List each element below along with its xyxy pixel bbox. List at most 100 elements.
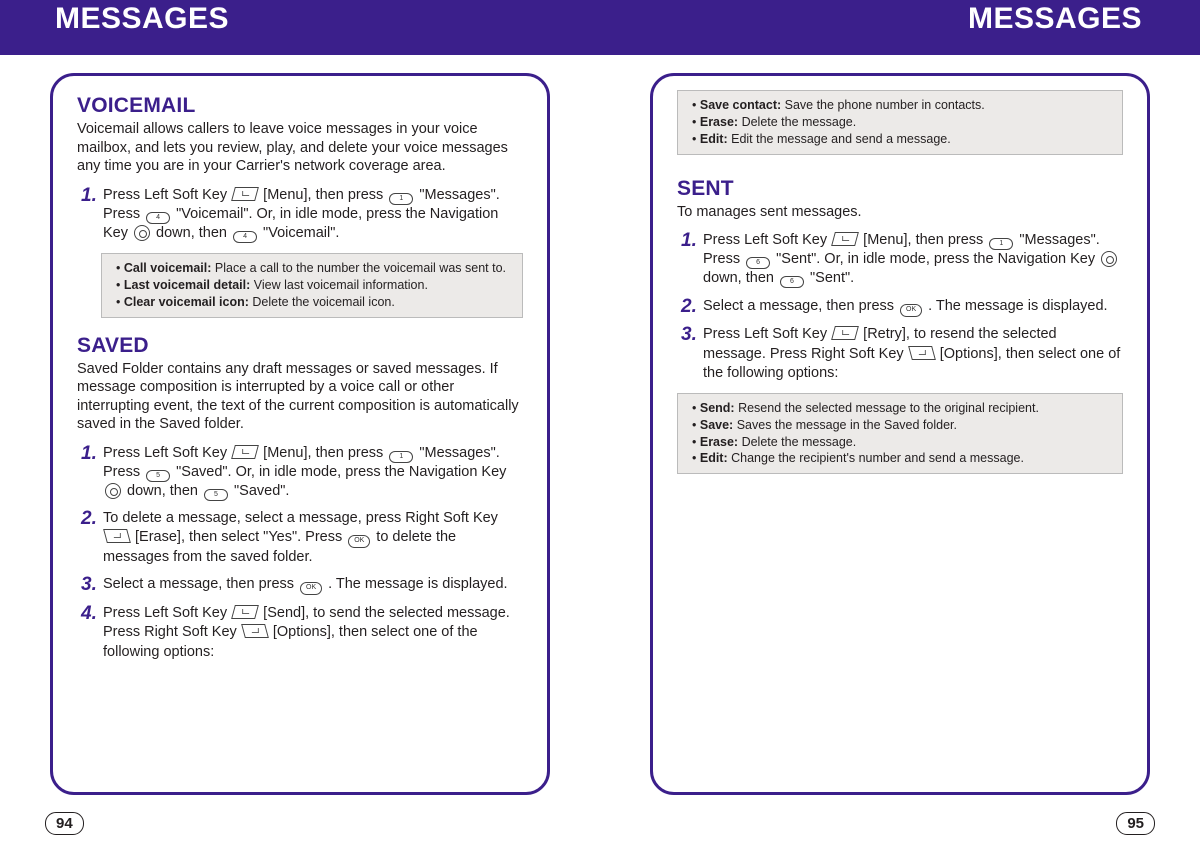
text: Press Left Soft Key [103,605,231,621]
step-number: 1. [677,231,703,288]
option-line: • Last voicemail detail: View last voice… [112,277,512,294]
text: [Menu], then press [859,232,987,248]
step-body: Press Left Soft Key [Menu], then press 1… [103,186,523,243]
header-title-right: MESSAGES [968,2,1142,36]
saved-desc: Saved Folder contains any draft messages… [77,360,523,434]
key-4-icon: 4 [146,212,170,224]
text: To delete a message, select a message, p… [103,510,498,526]
text: "Voicemail". [259,225,339,241]
voicemail-options-box: • Call voicemail: Place a call to the nu… [101,253,523,318]
right-soft-key-icon [103,529,131,543]
step-number: 4. [77,604,103,661]
text: "Sent". Or, in idle mode, press the Navi… [772,251,1099,267]
left-soft-key-icon [231,187,259,201]
sent-options-box: • Send: Resend the selected message to t… [677,393,1123,475]
page-right-frame: • Save contact: Save the phone number in… [650,73,1150,795]
step-number: 1. [77,444,103,501]
opt-text: Delete the voicemail icon. [252,295,394,309]
step-number: 3. [677,325,703,382]
step-body: Press Left Soft Key [Retry], to resend t… [703,325,1123,382]
sent-title: SENT [677,177,1123,201]
header-title-left: MESSAGES [55,2,229,36]
opt-label: Erase: [700,115,742,129]
saved-steps: 1. Press Left Soft Key [Menu], then pres… [77,444,523,662]
step-body: Press Left Soft Key [Menu], then press 1… [703,231,1123,288]
header-bar: MESSAGES MESSAGES [0,0,1200,55]
pages-container: VOICEMAIL Voicemail allows callers to le… [0,55,1200,795]
key-6-icon: 6 [780,276,804,288]
page-number-value: 95 [1116,812,1155,835]
text: down, then [703,270,778,286]
step-body: Select a message, then press OK . The me… [703,297,1123,318]
page-left-frame: VOICEMAIL Voicemail allows callers to le… [50,73,550,795]
opt-label: Erase: [700,435,742,449]
text: [Erase], then select "Yes". Press [131,529,346,545]
sent-step-2: 2. Select a message, then press OK . The… [677,297,1123,318]
key-4-icon: 4 [233,231,257,243]
saved-step-1: 1. Press Left Soft Key [Menu], then pres… [77,444,523,501]
step-body: Press Left Soft Key [Send], to send the … [103,604,523,661]
opt-label: Clear voicemail icon: [124,295,253,309]
ok-key-icon: OK [348,535,370,548]
opt-text: Resend the selected message to the origi… [738,401,1039,415]
key-1-icon: 1 [389,193,413,205]
voicemail-title: VOICEMAIL [77,94,523,118]
step-number: 1. [77,186,103,243]
text: [Menu], then press [259,187,387,203]
page-right: • Save contact: Save the phone number in… [650,73,1150,795]
text: . The message is displayed. [324,576,508,592]
sent-desc: To manages sent messages. [677,203,1123,222]
option-line: • Erase: Delete the message. [688,434,1112,451]
opt-label: Call voicemail: [124,261,215,275]
saved-step-2: 2. To delete a message, select a message… [77,509,523,567]
opt-text: Change the recipient's number and send a… [731,451,1024,465]
nav-key-icon [134,225,150,241]
saved-title: SAVED [77,334,523,358]
saved-step-3: 3. Select a message, then press OK . The… [77,575,523,596]
opt-label: Last voicemail detail: [124,278,254,292]
opt-label: Send: [700,401,738,415]
step-number: 3. [77,575,103,596]
text: down, then [152,225,231,241]
opt-text: Delete the message. [742,435,857,449]
option-line: • Save: Saves the message in the Saved f… [688,417,1112,434]
text: . The message is displayed. [924,298,1108,314]
text: down, then [123,483,202,499]
text: Select a message, then press [703,298,898,314]
opt-label: Edit: [700,132,731,146]
key-5-icon: 5 [204,489,228,501]
text: Press Left Soft Key [103,445,231,461]
right-soft-key-icon [241,624,269,638]
text: Press Left Soft Key [103,187,231,203]
opt-text: View last voicemail information. [254,278,428,292]
page-number-right: 95 [1116,812,1155,835]
left-soft-key-icon [231,605,259,619]
sent-step-1: 1. Press Left Soft Key [Menu], then pres… [677,231,1123,288]
key-6-icon: 6 [746,257,770,269]
opt-label: Edit: [700,451,731,465]
opt-text: Place a call to the number the voicemail… [215,261,506,275]
step-number: 2. [677,297,703,318]
option-line: • Save contact: Save the phone number in… [688,97,1112,114]
nav-key-icon [1101,251,1117,267]
sent-steps: 1. Press Left Soft Key [Menu], then pres… [677,231,1123,383]
option-line: • Call voicemail: Place a call to the nu… [112,260,512,277]
opt-text: Edit the message and send a message. [731,132,951,146]
option-line: • Edit: Edit the message and send a mess… [688,131,1112,148]
key-1-icon: 1 [389,451,413,463]
voicemail-desc: Voicemail allows callers to leave voice … [77,120,523,176]
step-body: To delete a message, select a message, p… [103,509,523,567]
page-left: VOICEMAIL Voicemail allows callers to le… [50,73,550,795]
text: "Sent". [806,270,854,286]
sent-step-3: 3. Press Left Soft Key [Retry], to resen… [677,325,1123,382]
page-number-left: 94 [45,812,84,835]
page-number-value: 94 [45,812,84,835]
text: "Saved". [230,483,289,499]
key-1-icon: 1 [989,238,1013,250]
continued-options-box: • Save contact: Save the phone number in… [677,90,1123,155]
voicemail-step-1: 1. Press Left Soft Key [Menu], then pres… [77,186,523,243]
saved-step-4: 4. Press Left Soft Key [Send], to send t… [77,604,523,661]
opt-text: Saves the message in the Saved folder. [737,418,957,432]
text: "Saved". Or, in idle mode, press the Nav… [172,464,506,480]
ok-key-icon: OK [900,304,922,317]
